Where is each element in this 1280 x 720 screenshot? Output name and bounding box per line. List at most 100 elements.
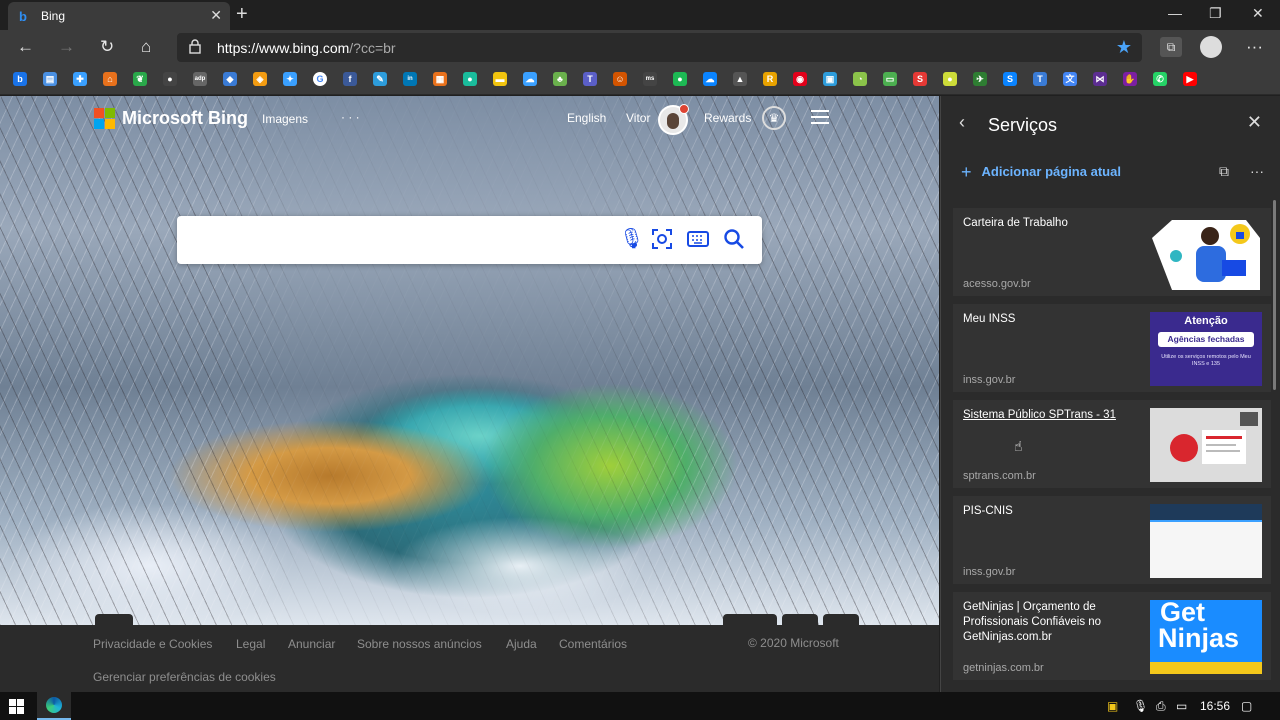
- collection-card[interactable]: Sistema Público SPTrans - 31 ☝ sptrans.c…: [953, 400, 1271, 488]
- favorite-leaf-icon[interactable]: ❦: [133, 72, 147, 86]
- language-link[interactable]: English: [567, 111, 606, 125]
- add-current-page-button[interactable]: + Adicionar página atual: [961, 162, 1121, 183]
- favorite-bag-icon[interactable]: ▬: [493, 72, 507, 86]
- favorite-ms-icon[interactable]: ms: [643, 72, 657, 86]
- favorite-circle-icon[interactable]: ●: [163, 72, 177, 86]
- lock-icon[interactable]: [189, 39, 201, 54]
- footer-advertise-link[interactable]: Anunciar: [288, 637, 335, 651]
- favorite-skype-icon[interactable]: S: [1003, 72, 1017, 86]
- favorite-adp-icon[interactable]: adp: [193, 72, 207, 86]
- refresh-icon[interactable]: ↻: [100, 38, 114, 56]
- hamburger-menu-icon[interactable]: [811, 110, 829, 128]
- nav-more[interactable]: · · ·: [341, 110, 360, 124]
- favorite-star-icon[interactable]: ★: [1116, 37, 1132, 58]
- image-download-tab[interactable]: [823, 614, 859, 625]
- favorite-google-icon[interactable]: G: [313, 72, 327, 86]
- favorite-youtube-icon[interactable]: ▶: [1183, 72, 1197, 86]
- collection-card[interactable]: PIS-CNIS inss.gov.br: [953, 496, 1271, 584]
- favorite-hand-icon[interactable]: ✋: [1123, 72, 1137, 86]
- notifications-icon[interactable]: ▢: [1241, 699, 1252, 713]
- panel-back-icon[interactable]: ‹: [959, 112, 965, 133]
- profile-avatar[interactable]: [1200, 36, 1222, 58]
- favorite-cloud-icon[interactable]: ☁: [523, 72, 537, 86]
- panel-scrollbar[interactable]: [1273, 200, 1276, 390]
- open-pane-icon[interactable]: ⧉: [1219, 163, 1229, 180]
- microphone-icon[interactable]: 🎙: [619, 228, 644, 250]
- footer-legal-link[interactable]: Legal: [236, 637, 265, 651]
- favorite-text-icon[interactable]: T: [1033, 72, 1047, 86]
- bing-page: Microsoft Bing Imagens · · · English Vit…: [0, 96, 939, 692]
- footer-about-ads-link[interactable]: Sobre nossos anúncios: [357, 637, 482, 651]
- footer-privacy-link[interactable]: Privacidade e Cookies: [93, 637, 212, 651]
- favorite-facebook-icon[interactable]: f: [343, 72, 357, 86]
- favorite-bing-icon[interactable]: b: [13, 72, 27, 86]
- meet-now-icon[interactable]: ▣: [1107, 699, 1118, 713]
- search-input[interactable]: 🎙: [177, 216, 762, 264]
- mic-tray-icon[interactable]: 🎙: [1133, 699, 1148, 713]
- footer-help-link[interactable]: Ajuda: [506, 637, 537, 651]
- more-menu-icon[interactable]: ···: [1246, 38, 1263, 56]
- avatar[interactable]: [658, 104, 689, 135]
- address-bar[interactable]: https://www.bing.com/?cc=br ★: [177, 33, 1142, 62]
- minimize-icon[interactable]: —: [1168, 5, 1182, 21]
- favorite-photo-icon[interactable]: ▣: [823, 72, 837, 86]
- image-prev-tab[interactable]: [723, 614, 777, 625]
- tab-bing[interactable]: b Bing ✕: [8, 2, 230, 30]
- collection-card[interactable]: GetNinjas | Orçamento de Profissionais C…: [953, 592, 1271, 680]
- favorite-spotify-icon[interactable]: ●: [673, 72, 687, 86]
- close-tab-icon[interactable]: ✕: [210, 7, 222, 24]
- favorite-shield-icon[interactable]: ◈: [253, 72, 267, 86]
- footer-feedback-link[interactable]: Comentários: [559, 637, 627, 651]
- network-tray-icon[interactable]: ▭: [1176, 699, 1187, 713]
- favorite-person-icon[interactable]: ☺: [613, 72, 627, 86]
- home-icon[interactable]: ⌂: [141, 38, 151, 56]
- collection-card[interactable]: Carteira de Trabalho acesso.gov.br: [953, 208, 1271, 296]
- favorite-window-icon[interactable]: ▭: [883, 72, 897, 86]
- favorite-pin-icon[interactable]: ✈: [973, 72, 987, 86]
- edge-taskbar-button[interactable]: [37, 692, 71, 720]
- panel-close-icon[interactable]: ✕: [1247, 112, 1262, 133]
- favorite-tool-icon[interactable]: ✎: [373, 72, 387, 86]
- favorite-slides-icon[interactable]: ▦: [433, 72, 447, 86]
- new-tab-icon[interactable]: +: [236, 3, 248, 25]
- restore-icon[interactable]: ❐: [1209, 5, 1222, 22]
- favorite-onedrive-icon[interactable]: ☁: [703, 72, 717, 86]
- image-info-tab[interactable]: [95, 614, 133, 625]
- favorite-plus-icon[interactable]: ✚: [73, 72, 87, 86]
- close-window-icon[interactable]: ✕: [1252, 5, 1264, 22]
- favorite-chat-icon[interactable]: ●: [463, 72, 477, 86]
- search-icon[interactable]: [723, 228, 745, 250]
- favorite-playstation-icon[interactable]: ▲: [733, 72, 747, 86]
- favorite-bird-icon[interactable]: ✦: [283, 72, 297, 86]
- favorite-home-icon[interactable]: ⌂: [103, 72, 117, 86]
- favorite-bank-icon[interactable]: ◉: [793, 72, 807, 86]
- image-next-tab[interactable]: [782, 614, 818, 625]
- favorite-doc-icon[interactable]: ▤: [43, 72, 57, 86]
- usb-tray-icon[interactable]: ⎙: [1156, 699, 1166, 714]
- favorite-vs-icon[interactable]: ⋈: [1093, 72, 1107, 86]
- back-icon[interactable]: ←: [17, 38, 34, 56]
- favorite-whatsapp-icon[interactable]: ✆: [1153, 72, 1167, 86]
- rewards-link[interactable]: Rewards: [704, 111, 751, 125]
- favorite-translate-icon[interactable]: 文: [1063, 72, 1077, 86]
- favorite-linkedin-icon[interactable]: in: [403, 72, 417, 86]
- favorite-drop-icon[interactable]: ◆: [223, 72, 237, 86]
- windows-start-icon[interactable]: [9, 699, 24, 714]
- favorite-gauge-icon[interactable]: ◔: [853, 72, 867, 86]
- favorite-teams-icon[interactable]: T: [583, 72, 597, 86]
- collections-icon[interactable]: ⧉: [1160, 37, 1182, 57]
- footer-cookie-prefs-link[interactable]: Gerenciar preferências de cookies: [93, 670, 276, 684]
- panel-more-icon[interactable]: ···: [1250, 163, 1264, 179]
- favorite-ball-icon[interactable]: ●: [943, 72, 957, 86]
- favorite-s-icon[interactable]: S: [913, 72, 927, 86]
- favorite-r-icon[interactable]: R: [763, 72, 777, 86]
- clock-time[interactable]: 16:56: [1200, 699, 1230, 713]
- favorite-tree-icon[interactable]: ♣: [553, 72, 567, 86]
- nav-images[interactable]: Imagens: [262, 112, 308, 126]
- collection-card[interactable]: Meu INSS inss.gov.br Atenção Agências fe…: [953, 304, 1271, 392]
- trophy-icon[interactable]: ♛: [762, 106, 786, 130]
- keyboard-icon[interactable]: [687, 228, 709, 250]
- forward-icon[interactable]: →: [58, 38, 75, 56]
- user-name[interactable]: Vitor: [626, 111, 650, 125]
- visual-search-icon[interactable]: [651, 228, 673, 250]
